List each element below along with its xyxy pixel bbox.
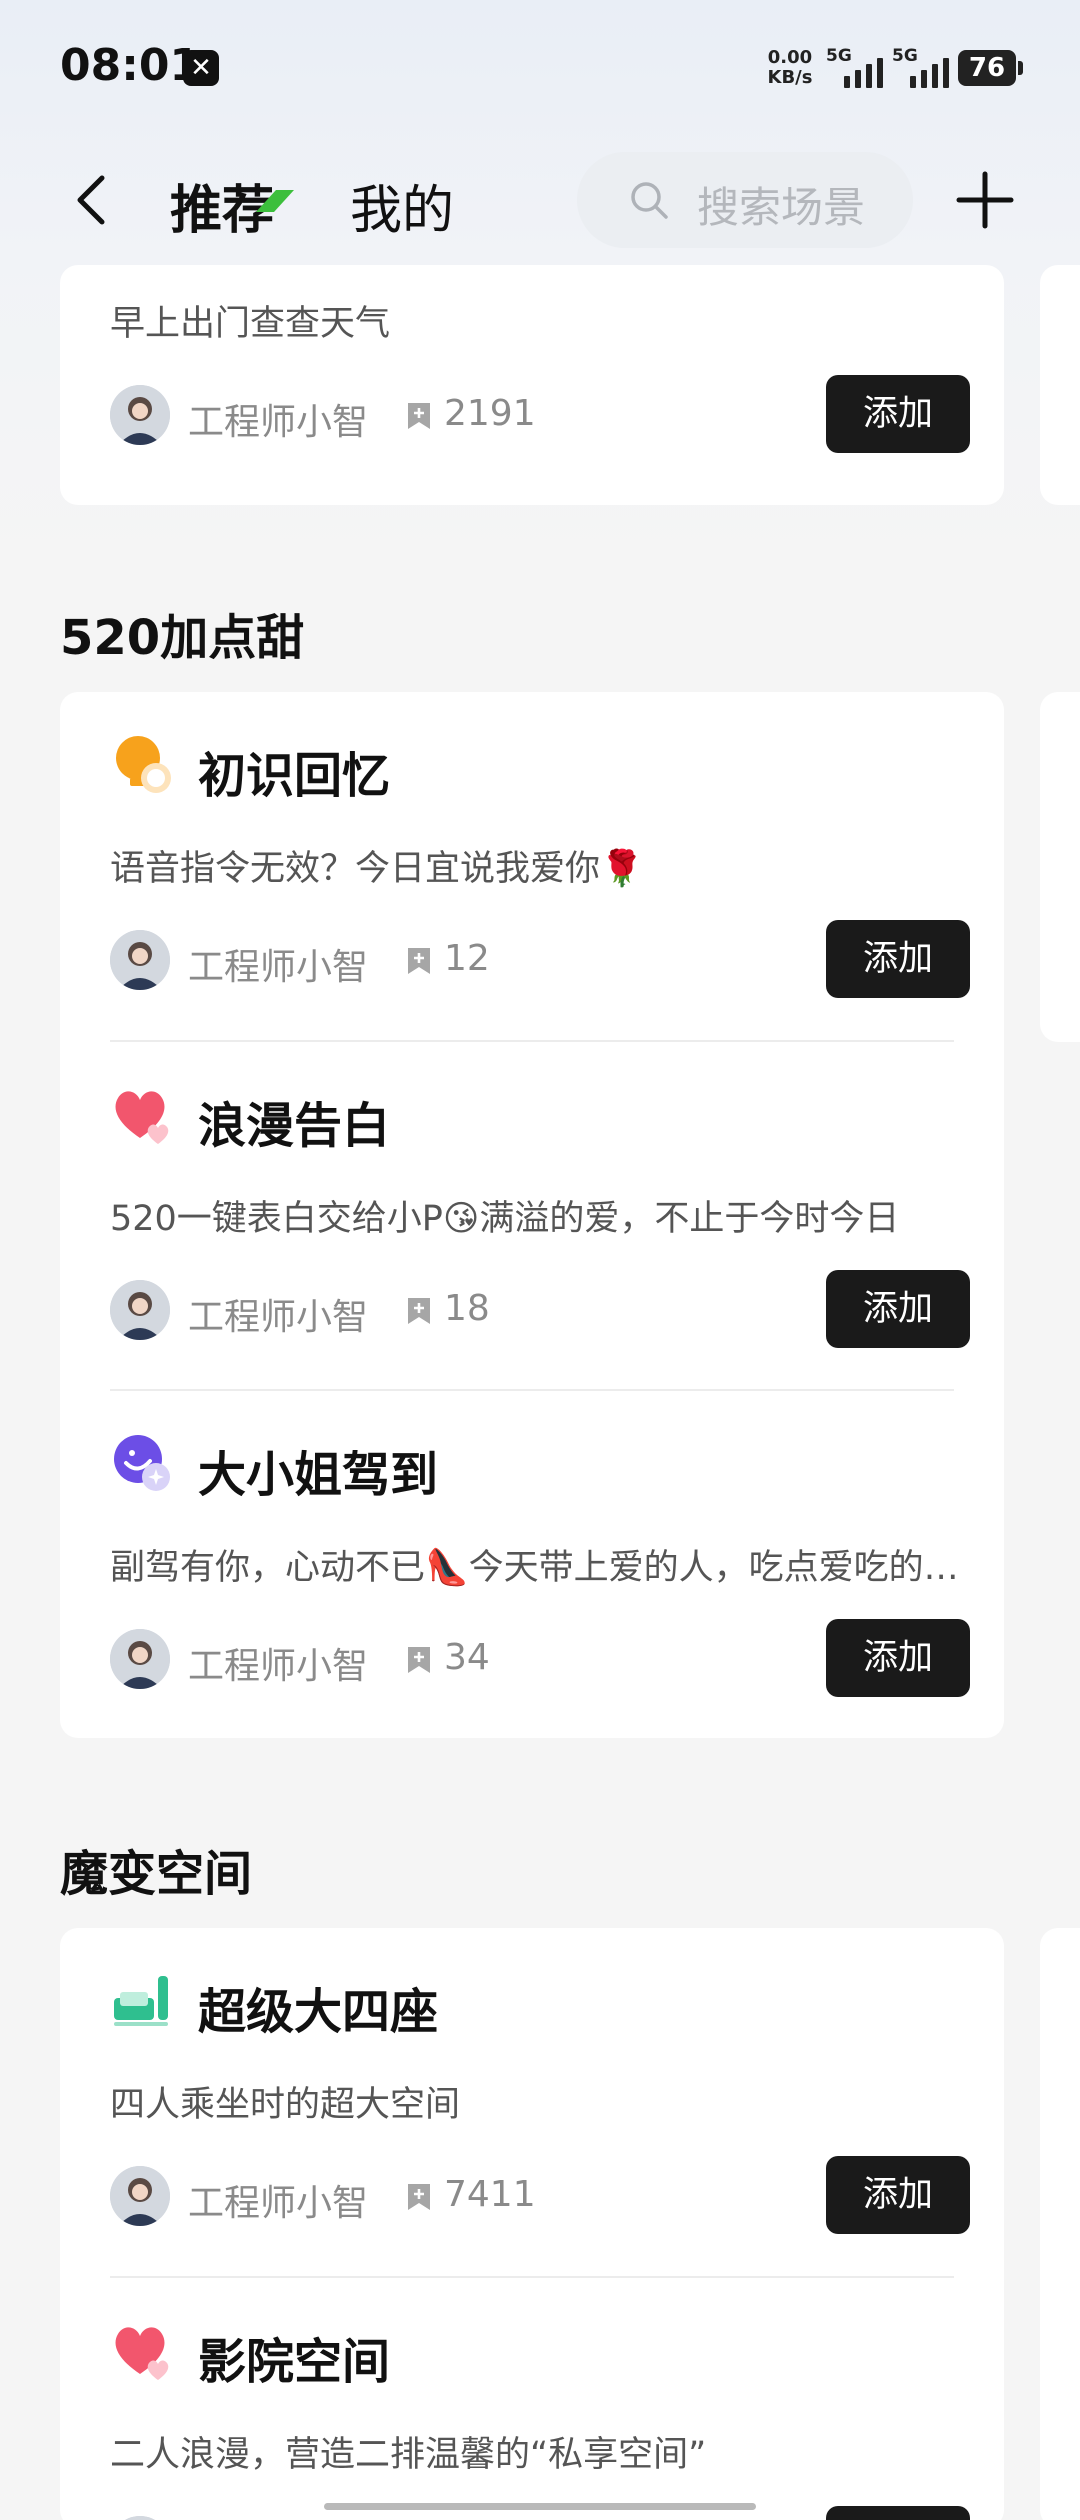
author-name: 工程师小智 <box>188 947 369 988</box>
scene-desc: 早上出门查查天气 <box>110 304 391 344</box>
avatar <box>110 385 170 445</box>
scene-item[interactable]: 大小姐驾到 副驾有你，心动不已👠今天带上爱的人，吃点爱吃的美食吧 工程师小智 3… <box>60 1391 1004 1738</box>
scene-item[interactable]: 浪漫告白 520一键表白交给小P😘满溢的爱，不止于今时今日 工程师小智 18 添… <box>60 1042 1004 1392</box>
author-name: 工程师小智 <box>188 402 369 443</box>
status-bar: 08:01 ✕ 0.00 KB/s 5G 5G 76 <box>0 0 1080 135</box>
next-card-peek[interactable] <box>1040 265 1080 505</box>
author-name: 工程师小智 <box>188 1646 369 1687</box>
bookmark-icon <box>408 2184 430 2210</box>
avatar <box>110 2166 170 2226</box>
scene-title: 大小姐驾到 <box>198 1447 439 1503</box>
add-scene-button[interactable]: 添加 <box>826 920 970 998</box>
scene-card: 超级大四座 四人乘坐时的超大空间 工程师小智 7411 添加 影院空间 二人浪漫… <box>60 1928 1004 2520</box>
tab-mine[interactable]: 我的 <box>350 168 454 243</box>
close-x-icon: ✕ <box>183 50 219 86</box>
lightbulb-icon <box>116 736 171 793</box>
scene-title: 浪漫告白 <box>198 1098 391 1154</box>
search-input[interactable]: 搜索场景 <box>577 152 913 248</box>
bookmark-icon <box>408 1647 430 1673</box>
add-scene-button[interactable]: 添加 <box>826 1270 970 1348</box>
status-time: 08:01 <box>60 40 201 91</box>
plus-icon[interactable] <box>955 170 1015 230</box>
avatar <box>110 1280 170 1340</box>
signal-icon: 5G <box>892 46 956 88</box>
bookmark-count: 18 <box>444 1288 490 1329</box>
scene-title: 初识回忆 <box>198 748 391 804</box>
avatar <box>110 1629 170 1689</box>
net-speed: 0.00 KB/s <box>764 48 816 88</box>
scene-meta: 工程师小智 34 添加 <box>110 1619 970 1699</box>
scene-desc: 副驾有你，心动不已👠今天带上爱的人，吃点爱吃的美食吧 <box>110 1548 970 1588</box>
add-scene-button[interactable]: 添加 <box>826 2156 970 2234</box>
header: 推荐 我的 搜索场景 <box>0 140 1080 260</box>
scene-meta: 工程师小智 18 添加 <box>110 1270 970 1350</box>
heart-icon <box>115 2327 169 2380</box>
heart-icon <box>115 1091 169 1144</box>
scene-meta: 工程师小智 2191 添加 <box>110 375 970 455</box>
avatar <box>110 2516 170 2520</box>
author-name: 工程师小智 <box>188 2183 369 2224</box>
seat-icon <box>114 1976 168 2026</box>
search-icon <box>631 182 668 219</box>
next-card-peek[interactable] <box>1040 692 1080 1042</box>
scene-card: 初识回忆 语音指令无效？今日宜说我爱你🌹 工程师小智 12 添加 浪漫告白 52… <box>60 692 1004 1738</box>
author-name: 工程师小智 <box>188 1297 369 1338</box>
back-arrow-icon[interactable] <box>64 170 124 230</box>
scene-desc: 语音指令无效？今日宜说我爱你🌹 <box>110 849 644 889</box>
next-card-peek[interactable] <box>1040 1928 1080 2520</box>
section-title: 520加点甜 <box>60 610 305 666</box>
scene-desc: 四人乘坐时的超大空间 <box>110 2085 461 2125</box>
bookmark-icon <box>408 1298 430 1324</box>
scene-meta: 工程师小智 12 添加 <box>110 920 970 1000</box>
scene-desc: 二人浪漫，营造二排温馨的“私享空间” <box>110 2435 707 2475</box>
bookmark-count: 7411 <box>444 2174 536 2215</box>
bookmark-icon <box>408 403 430 429</box>
avatar <box>110 930 170 990</box>
scene-item[interactable]: 超级大四座 四人乘坐时的超大空间 工程师小智 7411 添加 <box>60 1928 1004 2278</box>
bookmark-icon <box>408 948 430 974</box>
bookmark-count: 2191 <box>444 393 536 434</box>
scene-card: 早上出门查查天气 工程师小智 2191 添加 <box>60 265 1004 505</box>
battery-icon: 76 <box>958 50 1023 86</box>
scene-title: 影院空间 <box>198 2334 391 2390</box>
add-scene-button[interactable]: 添加 <box>826 1619 970 1697</box>
net-speed-value: 0.00 <box>767 47 813 68</box>
home-indicator[interactable] <box>324 2503 756 2510</box>
active-tab-indicator <box>256 190 294 212</box>
bookmark-count: 12 <box>444 938 490 979</box>
signal-icon: 5G <box>826 46 890 88</box>
add-scene-button[interactable]: 添加 <box>826 2506 970 2520</box>
scene-item[interactable]: 初识回忆 语音指令无效？今日宜说我爱你🌹 工程师小智 12 添加 <box>60 692 1004 1042</box>
scene-title: 超级大四座 <box>198 1984 439 2040</box>
scene-desc: 520一键表白交给小P😘满溢的爱，不止于今时今日 <box>110 1199 900 1239</box>
scene-item[interactable]: 影院空间 二人浪漫，营造二排温馨的“私享空间” 添加 <box>60 2278 1004 2520</box>
scene-meta: 工程师小智 7411 添加 <box>110 2156 970 2236</box>
search-placeholder: 搜索场景 <box>697 183 866 232</box>
net-speed-unit: KB/s <box>767 67 813 88</box>
add-scene-button[interactable]: 添加 <box>826 375 970 453</box>
bookmark-count: 34 <box>444 1637 490 1678</box>
section-title: 魔变空间 <box>60 1846 253 1902</box>
smile-sparkle-icon <box>114 1435 170 1491</box>
